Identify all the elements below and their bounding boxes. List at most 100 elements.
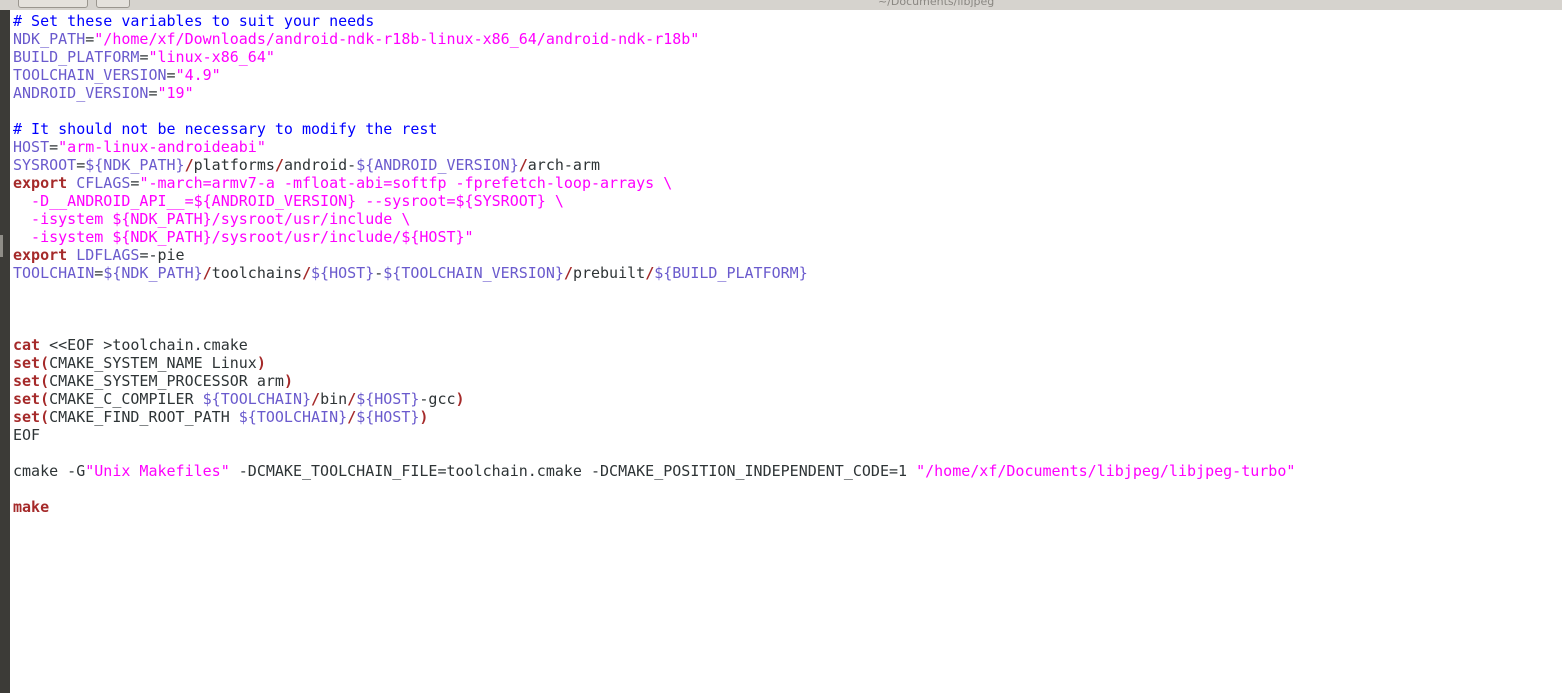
code-line[interactable]: set(CMAKE_C_COMPILER ${TOOLCHAIN}/bin/${… — [13, 390, 1295, 408]
code-line[interactable]: cat <<EOF >toolchain.cmake — [13, 336, 1295, 354]
code-token-text: = — [85, 30, 95, 48]
code-token-text: - — [374, 264, 384, 282]
toolbar-menu-button[interactable] — [96, 0, 130, 8]
code-token-op: ( — [40, 408, 50, 426]
code-token-op: ) — [283, 372, 293, 390]
code-token-str: "Unix Makefiles" — [85, 462, 230, 480]
code-token-kw: set — [13, 408, 41, 426]
code-line[interactable]: TOOLCHAIN=${NDK_PATH}/toolchains/${HOST}… — [13, 264, 1295, 282]
code-token-var: LDFLAGS — [76, 246, 140, 264]
code-line[interactable]: HOST="arm-linux-androideabi" — [13, 138, 1295, 156]
code-token-op: / — [302, 264, 312, 282]
code-token-text: -DCMAKE_TOOLCHAIN_FILE=toolchain.cmake -… — [229, 462, 917, 480]
code-token-text: = — [166, 66, 176, 84]
code-token-var: ${TOOLCHAIN} — [202, 390, 312, 408]
code-token-text: prebuilt — [572, 264, 646, 282]
code-line[interactable] — [13, 444, 1295, 462]
code-token-text: -gcc — [419, 390, 456, 408]
code-token-text: android- — [283, 156, 357, 174]
code-line[interactable]: # Set these variables to suit your needs — [13, 12, 1295, 30]
window-titlebar: ~/Documents/libjpeg — [0, 0, 1562, 10]
code-token-str: -isystem ${NDK_PATH}/sysroot/usr/include… — [13, 228, 474, 246]
code-token-text: arch-arm — [527, 156, 601, 174]
code-token-str: "-march=armv7-a -mfloat-abi=softfp -fpre… — [139, 174, 673, 192]
code-token-text: = — [94, 264, 104, 282]
code-line[interactable]: -D__ANDROID_API__=${ANDROID_VERSION} --s… — [13, 192, 1295, 210]
code-token-text: = — [148, 84, 158, 102]
code-line[interactable]: # It should not be necessary to modify t… — [13, 120, 1295, 138]
code-token-var: ${TOOLCHAIN_VERSION} — [383, 264, 564, 282]
code-line[interactable]: cmake -G"Unix Makefiles" -DCMAKE_TOOLCHA… — [13, 462, 1295, 480]
code-token-comment: # It should not be necessary to modify t… — [13, 120, 438, 138]
code-token-op: ) — [455, 390, 465, 408]
code-token-kw: export — [13, 246, 68, 264]
text-editor[interactable]: # Set these variables to suit your needs… — [10, 10, 1562, 693]
code-token-var: ANDROID_VERSION — [13, 84, 149, 102]
code-line[interactable]: EOF — [13, 426, 1295, 444]
code-token-op: ) — [256, 354, 266, 372]
code-token-op: ( — [40, 390, 50, 408]
code-token-str: "/home/xf/Downloads/android-ndk-r18b-lin… — [94, 30, 700, 48]
toolbar-open-button[interactable] — [18, 0, 88, 8]
code-line[interactable] — [13, 480, 1295, 498]
code-token-op: ( — [40, 354, 50, 372]
code-token-var: TOOLCHAIN_VERSION — [13, 66, 167, 84]
code-token-var: ${HOST} — [311, 264, 375, 282]
code-line[interactable]: NDK_PATH="/home/xf/Downloads/android-ndk… — [13, 30, 1295, 48]
code-line[interactable]: set(CMAKE_SYSTEM_NAME Linux) — [13, 354, 1295, 372]
code-line[interactable]: set(CMAKE_FIND_ROOT_PATH ${TOOLCHAIN}/${… — [13, 408, 1295, 426]
code-token-op: / — [184, 156, 194, 174]
code-token-op: / — [347, 408, 357, 426]
window-title: ~/Documents/libjpeg — [878, 0, 995, 8]
code-line[interactable]: make — [13, 498, 1295, 516]
code-lines: # Set these variables to suit your needs… — [13, 12, 1295, 516]
left-side-panel — [0, 10, 10, 693]
code-token-var: CFLAGS — [76, 174, 131, 192]
code-token-text: = — [76, 156, 86, 174]
code-line[interactable]: set(CMAKE_SYSTEM_PROCESSOR arm) — [13, 372, 1295, 390]
code-token-op: / — [347, 390, 357, 408]
code-line[interactable]: -isystem ${NDK_PATH}/sysroot/usr/include… — [13, 210, 1295, 228]
code-token-var: ${ANDROID_VERSION} — [356, 156, 519, 174]
code-token-var: HOST — [13, 138, 50, 156]
code-token-op: / — [645, 264, 655, 282]
code-line[interactable] — [13, 282, 1295, 300]
code-token-str: "arm-linux-androideabi" — [58, 138, 266, 156]
code-token-text: CMAKE_FIND_ROOT_PATH — [49, 408, 239, 426]
code-line[interactable] — [13, 300, 1295, 318]
code-token-kw: make — [13, 498, 50, 516]
code-token-op: ) — [419, 408, 429, 426]
code-line[interactable]: BUILD_PLATFORM="linux-x86_64" — [13, 48, 1295, 66]
code-line[interactable]: export LDFLAGS=-pie — [13, 246, 1295, 264]
code-line[interactable]: ANDROID_VERSION="19" — [13, 84, 1295, 102]
code-token-str: -isystem ${NDK_PATH}/sysroot/usr/include… — [13, 210, 411, 228]
code-token-var: ${TOOLCHAIN} — [238, 408, 348, 426]
code-token-text: cmake -G — [13, 462, 86, 480]
code-token-var: ${BUILD_PLATFORM} — [654, 264, 808, 282]
code-token-text: <<EOF >toolchain.cmake — [40, 336, 248, 354]
code-line[interactable]: export CFLAGS="-march=armv7-a -mfloat-ab… — [13, 174, 1295, 192]
code-token-text: = — [49, 138, 59, 156]
code-token-text: CMAKE_SYSTEM_NAME Linux — [49, 354, 257, 372]
code-token-var: TOOLCHAIN — [13, 264, 95, 282]
code-token-var: ${HOST} — [356, 390, 420, 408]
code-line[interactable]: -isystem ${NDK_PATH}/sysroot/usr/include… — [13, 228, 1295, 246]
side-panel-handle[interactable] — [0, 235, 3, 257]
code-token-text: =-pie — [139, 246, 185, 264]
code-token-op: / — [274, 156, 284, 174]
code-token-str: "linux-x86_64" — [148, 48, 275, 66]
code-token-var: ${HOST} — [356, 408, 420, 426]
code-token-kw: export — [13, 174, 68, 192]
code-token-text: EOF — [13, 426, 41, 444]
code-line[interactable]: TOOLCHAIN_VERSION="4.9" — [13, 66, 1295, 84]
code-token-var: NDK_PATH — [13, 30, 86, 48]
code-line[interactable] — [13, 102, 1295, 120]
code-token-text: toolchains — [211, 264, 302, 282]
code-token-text: CMAKE_SYSTEM_PROCESSOR arm — [49, 372, 284, 390]
code-line[interactable] — [13, 318, 1295, 336]
code-token-kw: cat — [13, 336, 41, 354]
code-token-op: ( — [40, 372, 50, 390]
code-line[interactable]: SYSROOT=${NDK_PATH}/platforms/android-${… — [13, 156, 1295, 174]
